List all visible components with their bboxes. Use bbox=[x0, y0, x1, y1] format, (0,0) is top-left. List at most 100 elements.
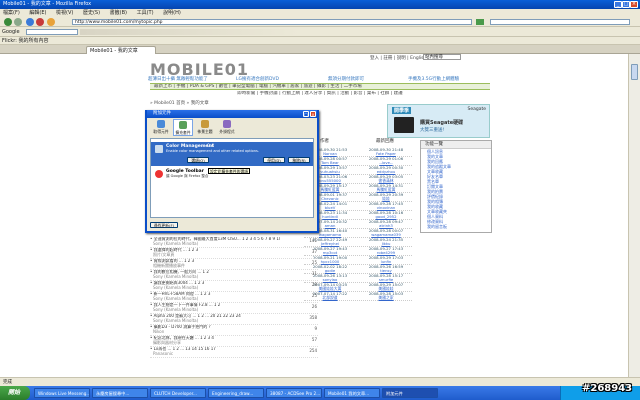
taskbar-item-5[interactable]: 38087 - ACDSee Pro 2... bbox=[266, 388, 322, 398]
back-icon[interactable] bbox=[4, 18, 12, 26]
find-updates-button[interactable]: 尋找更新(F) bbox=[150, 222, 178, 228]
color-management-icon bbox=[155, 145, 163, 153]
tagline-4[interactable]: 手機及3.5G行動上網體驗 bbox=[408, 76, 459, 82]
topic-forum[interactable]: Sony (Kamela Minolta) bbox=[153, 274, 198, 280]
window-titlebar: Mobile01 - 我的文章 - Mozilla Firefox _ □ × bbox=[0, 0, 640, 9]
topic-row[interactable]: • 全速實測的拉的時代，韓國最大首度13M CISU... 1 2 3 4 5 … bbox=[150, 237, 318, 248]
site-subnav[interactable]: 即時新聞 | 手機討論 | 行動上網 | 達人分享 | 資訊 | 活動 | 影音… bbox=[150, 91, 490, 97]
reload-icon[interactable] bbox=[26, 18, 34, 26]
dialog-titlebar: 附加元件 □ × bbox=[147, 110, 317, 118]
minimize-button[interactable]: _ bbox=[614, 1, 622, 8]
status-bar: 完成 bbox=[0, 377, 640, 386]
go-icon[interactable] bbox=[476, 19, 484, 25]
dialog-maximize-button[interactable]: □ bbox=[303, 111, 309, 117]
disable-button[interactable]: 停用(D) bbox=[263, 157, 285, 163]
topic-reply-count: 25 bbox=[311, 260, 317, 265]
taskbar-item-6[interactable]: Mobile01 我的文章... bbox=[324, 388, 380, 398]
tool-extensions[interactable]: 擴充套件 bbox=[173, 119, 193, 136]
topic-row[interactable]: • 我的數位相機, 一般方向 ... 1 2 Sony (Kamela Minol… bbox=[150, 270, 318, 281]
topic-forum[interactable]: 攝影與器材分享 bbox=[153, 340, 181, 346]
topic-row[interactable]: • 讓我更開始與3004 ... 1 2 3 Sony (Kamela Minol… bbox=[150, 281, 318, 292]
topic-forum[interactable]: Sony (Kamela Minolta) bbox=[153, 296, 198, 302]
topic-reply-count: 31 bbox=[311, 271, 317, 276]
address-bar[interactable]: http://www.mobile01.com/mytopic.php bbox=[72, 19, 472, 25]
google-toolbar-icon bbox=[155, 170, 163, 178]
bookmark-flickr[interactable]: Flickr: 我的所有內容 bbox=[2, 38, 49, 44]
site-toplinks[interactable]: 登入 | 註冊 | 說明 | English bbox=[370, 55, 426, 61]
home-icon[interactable] bbox=[47, 18, 55, 26]
extension-color-management[interactable]: Color Management 0.4 Enable color manage… bbox=[151, 142, 313, 166]
start-button[interactable]: 開始 bbox=[0, 386, 30, 400]
topic-row[interactable]: • Lx再也 ... 1 2 ... 13 14 15 16 17 Panason… bbox=[150, 347, 318, 358]
tab-mobile01[interactable]: Mobile01 - 我的文章 bbox=[86, 46, 156, 54]
menu-bookmarks[interactable]: 書籤(B) bbox=[110, 10, 127, 16]
tool-themes-label: 佈景主題 bbox=[197, 129, 213, 134]
seagate-ad-banner[interactable]: 開學季 Seagate 購買Seagate硬碟 大獎三重送! bbox=[387, 104, 490, 138]
window-title: Mobile01 - 我的文章 - Mozilla Firefox bbox=[3, 1, 92, 7]
topic-row[interactable]: • 我人生總是一下一件事情 F2.8 ... 1 2 Sony (Kamela M… bbox=[150, 303, 318, 314]
menu-view[interactable]: 檢視(V) bbox=[56, 10, 73, 16]
google-toolbar-buttons[interactable] bbox=[80, 29, 300, 35]
topic-reply-count: 25 bbox=[311, 293, 317, 298]
topic-forum[interactable]: 照片/文章頁 bbox=[153, 252, 174, 258]
tagline-3[interactable]: 無須分期付款即可 bbox=[328, 76, 364, 82]
topic-row[interactable]: • 紀念北隊，我現在天體 ... 1 2 3 4 攝影與器材分享 57 bbox=[150, 336, 318, 347]
close-button[interactable]: × bbox=[630, 1, 638, 8]
menu-history[interactable]: 歷史(S) bbox=[83, 10, 100, 16]
menu-edit[interactable]: 編輯(E) bbox=[29, 10, 46, 16]
site-search-input[interactable]: 站內搜尋 bbox=[423, 54, 461, 60]
topic-forum[interactable]: Nikon bbox=[153, 329, 164, 335]
tool-get-addons[interactable]: 取得元件 bbox=[151, 119, 171, 136]
menu-file[interactable]: 檔案(F) bbox=[3, 10, 20, 16]
tool-get-addons-label: 取得元件 bbox=[153, 129, 169, 134]
topic-forum[interactable]: Sony (Kamela Minolta) bbox=[153, 318, 198, 324]
topic-row[interactable]: • 實際測試看的 ... 1 2 3 相機新聞播放事件 25 bbox=[150, 259, 318, 270]
topic-title[interactable]: • 攝影D3 - D700 測算手把門的 ? bbox=[150, 325, 280, 330]
stop-icon[interactable] bbox=[36, 18, 44, 26]
topic-reply-count: 358 bbox=[309, 315, 317, 320]
topic-row[interactable]: • 攝影D3 - D700 測算手把門的 ? Nikon 9 bbox=[150, 325, 318, 336]
topic-row[interactable]: • Alpha 200 是蘇大可 ... 1 2 ... 20 21 22 23… bbox=[150, 314, 318, 325]
menu-tools[interactable]: 工具(T) bbox=[137, 10, 154, 16]
image-watermark: #268943 bbox=[582, 383, 633, 394]
breadcrumb[interactable]: » Mobile01 首頁 » 我的文章 bbox=[150, 100, 209, 106]
plugins-icon bbox=[223, 120, 231, 128]
forward-icon[interactable] bbox=[14, 18, 22, 26]
google-search-input[interactable] bbox=[26, 29, 78, 35]
maximize-button[interactable]: □ bbox=[622, 1, 630, 8]
dialog-close-button[interactable]: × bbox=[310, 111, 316, 117]
ad-brand: 開學季 bbox=[392, 107, 412, 114]
topic-forum[interactable]: Sony (Kamela Minolta) bbox=[153, 241, 198, 247]
tab-strip: Mobile01 - 我的文章 bbox=[0, 45, 640, 54]
site-nav[interactable]: 最新上市 | 手機 | PDA & GPS | 數位 | 筆記型電腦 | 電腦 … bbox=[150, 83, 490, 90]
tagline-1[interactable]: 超薄日出十攝 無敵輕鬆功能了 bbox=[148, 76, 208, 82]
extensions-icon bbox=[179, 121, 187, 129]
topic-row[interactable]: • 新—HVL-F58AM 閃燈 ... 1 2 3 Sony (Kamela M… bbox=[150, 292, 318, 303]
tool-themes[interactable]: 佈景主題 bbox=[195, 119, 215, 136]
search-field[interactable] bbox=[490, 19, 630, 25]
taskbar-item-3[interactable]: CLUTCH Developer... bbox=[150, 388, 206, 398]
scroll-thumb[interactable] bbox=[631, 64, 638, 80]
options-button[interactable]: 選項(O) bbox=[187, 157, 209, 163]
uninstall-button[interactable]: 移除(R) bbox=[288, 157, 310, 163]
topic-forum[interactable]: Sony (Kamela Minolta) bbox=[153, 285, 198, 291]
topic-row[interactable]: • 我選擇的起時代 ... 1 2 3 照片/文章頁 37 bbox=[150, 248, 318, 259]
function-panel-item[interactable]: 我的留言板 bbox=[421, 224, 491, 229]
row-replier-link[interactable]: 美國之家 bbox=[360, 296, 412, 300]
get-addons-icon bbox=[157, 120, 165, 128]
tool-plugins[interactable]: 外掛程式 bbox=[217, 119, 237, 136]
options-tooltip: 設定此擴充套件的選項 bbox=[208, 168, 250, 174]
taskbar-item-1[interactable]: Windows Live Messeng... bbox=[34, 388, 90, 398]
forum-row: 2007-07-14 17:22 2008-09-28 15:03 北部說道 美國之家 bbox=[304, 292, 412, 301]
topic-forum[interactable]: 相機新聞播放事件 bbox=[153, 263, 185, 269]
col-last: 最新回應 bbox=[376, 139, 394, 144]
vertical-scrollbar[interactable] bbox=[628, 54, 640, 377]
taskbar-item-7[interactable]: 附加元件 bbox=[382, 388, 438, 398]
topic-forum[interactable]: Panasonic bbox=[153, 351, 173, 357]
tagline-2[interactable]: LG擁有適合創新DVD bbox=[236, 76, 279, 82]
taskbar-item-2[interactable]: 永慶房屋搜尋中... bbox=[92, 388, 148, 398]
tool-extensions-label: 擴充套件 bbox=[175, 130, 191, 135]
menu-help[interactable]: 說明(H) bbox=[163, 10, 181, 16]
topic-forum[interactable]: Sony (Kamela Minolta) bbox=[153, 307, 198, 313]
taskbar-item-4[interactable]: Engineering_draw... bbox=[208, 388, 264, 398]
